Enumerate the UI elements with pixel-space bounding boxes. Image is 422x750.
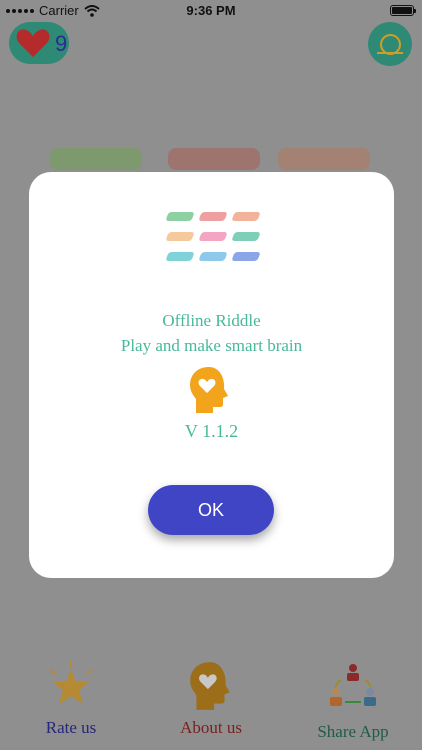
app-name: Offline Riddle: [162, 311, 261, 330]
hearts-counter-button[interactable]: 9: [9, 22, 69, 64]
background-tile: [168, 148, 260, 170]
status-time: 9:36 PM: [186, 3, 236, 18]
about-us-button[interactable]: About us: [170, 660, 252, 738]
puzzle-tiles-image: [163, 210, 263, 268]
heart-icon: [16, 29, 50, 57]
tile: [231, 212, 261, 221]
tile: [165, 252, 195, 261]
about-dialog: Offline Riddle Play and make smart brain…: [29, 172, 394, 578]
star-icon: [50, 662, 92, 704]
rate-us-button[interactable]: Rate us: [30, 660, 112, 738]
tile: [231, 232, 261, 241]
tile: [198, 232, 228, 241]
head-heart-icon: [190, 662, 230, 710]
battery-icon: [390, 5, 416, 16]
background-tile: [50, 148, 142, 170]
ok-button[interactable]: OK: [148, 485, 274, 535]
rate-us-label: Rate us: [45, 718, 97, 737]
hint-button[interactable]: [368, 22, 412, 66]
hearts-count: 9: [55, 31, 68, 56]
tile: [198, 252, 228, 261]
app-tagline: Play and make smart brain: [120, 336, 303, 355]
status-bar: Carrier 9:36 PM: [0, 0, 422, 22]
tile: [165, 212, 195, 221]
tile: [231, 252, 261, 261]
background-tile: [278, 148, 370, 170]
version-label: V 1.1.2: [184, 421, 239, 441]
tile: [198, 212, 228, 221]
share-app-button[interactable]: Share App: [308, 660, 398, 742]
about-us-label: About us: [180, 718, 242, 737]
head-heart-icon: [190, 367, 228, 413]
share-people-icon: [330, 664, 376, 706]
share-app-label: Share App: [317, 722, 389, 741]
tile: [165, 232, 195, 241]
